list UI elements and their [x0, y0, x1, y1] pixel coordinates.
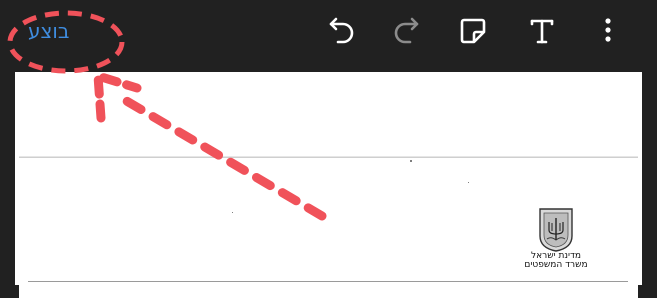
undo-icon[interactable] — [324, 12, 360, 48]
scan-speck — [468, 182, 469, 183]
sticky-note-icon[interactable] — [455, 12, 491, 48]
org-line-2: משרד המשפטים — [524, 260, 588, 270]
top-toolbar: בוצע — [0, 0, 657, 72]
text-tool-icon[interactable] — [524, 12, 560, 48]
organization-name: מדינת ישראל משרד המשפטים — [514, 252, 598, 270]
done-button[interactable]: בוצע — [28, 18, 69, 44]
more-options-icon[interactable] — [590, 12, 626, 48]
redo-icon[interactable] — [388, 12, 424, 48]
page-divider — [28, 281, 628, 282]
scan-speck — [232, 212, 233, 213]
scan-speck — [410, 160, 412, 162]
state-emblem — [536, 206, 576, 252]
